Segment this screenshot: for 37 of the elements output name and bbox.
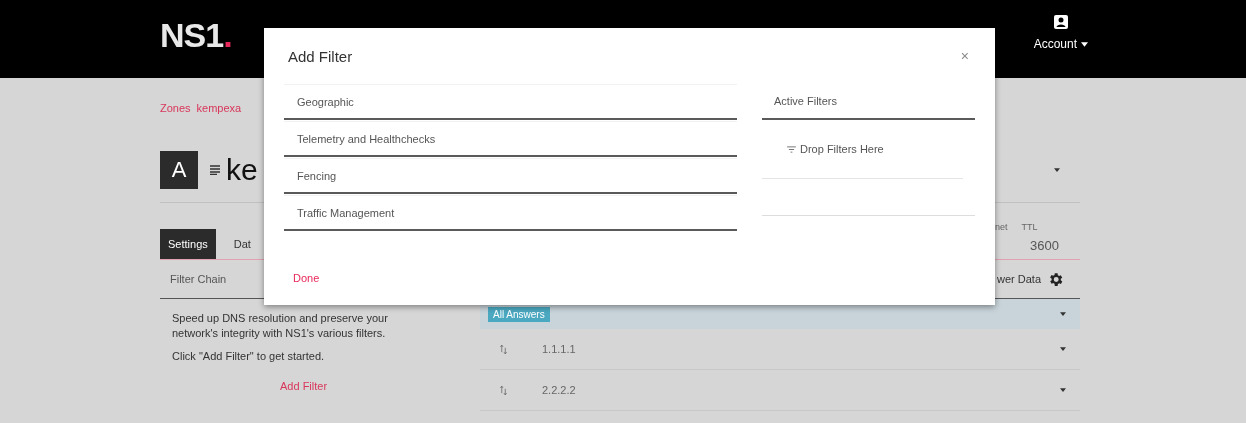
account-menu[interactable]: Account [1033, 37, 1088, 51]
drop-zone[interactable]: Drop Filters Here [762, 120, 963, 179]
caret-icon[interactable] [1060, 347, 1066, 351]
record-name: ke [226, 153, 258, 187]
panel-title: wer Data [997, 273, 1042, 285]
settings-icon[interactable] [1047, 270, 1065, 288]
filter-icon [787, 145, 796, 153]
tab[interactable]: Settings [160, 229, 216, 259]
answer-value: 2.2.2.2 [542, 384, 577, 396]
answer-value: 1.1.1.1 [542, 343, 577, 355]
filter-category[interactable]: Telemetry and Healthchecks [284, 121, 737, 157]
dialog-title: Add Filter [288, 47, 353, 65]
user-icon[interactable] [1053, 15, 1068, 29]
close-button[interactable]: × [954, 47, 975, 65]
filter-category[interactable]: Fencing [284, 158, 737, 194]
filter-category[interactable]: Geographic [284, 84, 737, 120]
active-filters-heading: Active Filters [762, 84, 975, 120]
caret-icon[interactable] [1060, 388, 1066, 392]
text-lines-icon [210, 165, 220, 175]
ttl-value: 3600 [1030, 238, 1059, 253]
description-text: Speed up DNS resolution and preserve your network's integrity with NS1's various filters. [172, 311, 389, 341]
column-label: TTL [1021, 222, 1038, 232]
panel-title: Filter Chain [170, 273, 227, 285]
group-label: All Answers [488, 306, 550, 322]
sort-arrows-icon[interactable] [500, 384, 507, 396]
caret-icon[interactable] [1060, 312, 1066, 316]
logo[interactable]: NS1. [160, 15, 232, 55]
hint-text: Click "Add Filter" to get started. [172, 349, 326, 362]
done-button[interactable]: Done [284, 272, 329, 284]
sort-arrows-icon[interactable] [500, 343, 507, 355]
caret-icon[interactable] [1054, 168, 1060, 172]
drop-hint: Drop Filters Here [800, 143, 884, 155]
caret-icon[interactable] [1081, 41, 1088, 47]
filter-category[interactable]: Traffic Management [284, 195, 737, 231]
column-label: net [995, 222, 1008, 232]
record-type-badge: A [160, 151, 198, 189]
tab[interactable]: Dat [225, 229, 259, 259]
